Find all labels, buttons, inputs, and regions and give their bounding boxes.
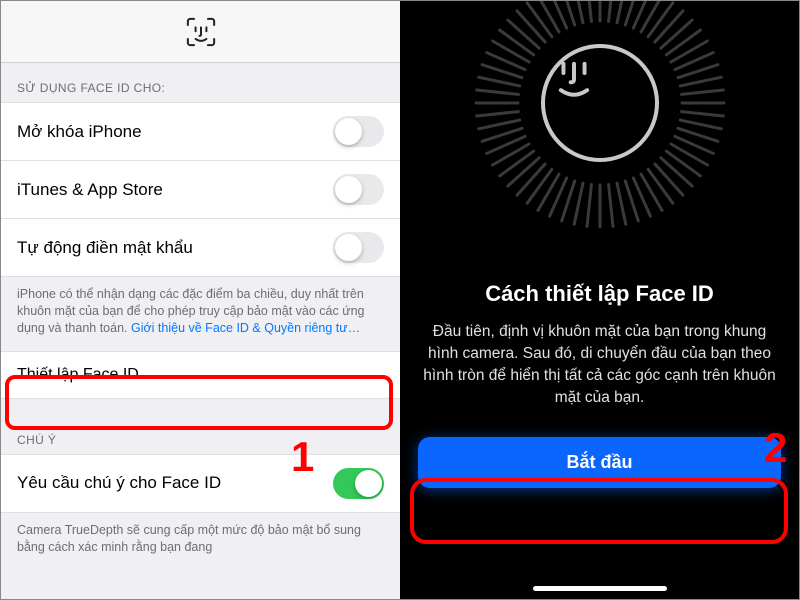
setup-faceid-label: Thiết lập Face ID: [17, 366, 139, 383]
settings-pane: SỬ DỤNG FACE ID CHO: Mở khóa iPhone iTun…: [1, 1, 400, 599]
setup-title: Cách thiết lập Face ID: [485, 281, 714, 307]
section-header-use-faceid: SỬ DỤNG FACE ID CHO:: [1, 63, 400, 102]
row-label: Yêu cầu chú ý cho Face ID: [17, 473, 221, 493]
face-outline-icon: [541, 44, 659, 162]
row-require-attention[interactable]: Yêu cầu chú ý cho Face ID: [1, 454, 400, 513]
row-label: iTunes & App Store: [17, 180, 163, 200]
header: [1, 1, 400, 63]
row-label: Tự động điền mật khẩu: [17, 238, 193, 258]
faceid-scan-ring: [470, 1, 730, 233]
setup-body-text: Đầu tiên, định vị khuôn mặt của bạn tron…: [422, 321, 777, 409]
toggle-unlock-iphone[interactable]: [333, 116, 384, 147]
home-indicator[interactable]: [533, 586, 667, 591]
toggle-autofill-password[interactable]: [333, 232, 384, 263]
faceid-privacy-link[interactable]: Giới thiệu về Face ID & Quyền riêng tư…: [131, 321, 360, 335]
faceid-icon: [184, 15, 218, 49]
row-unlock-iphone[interactable]: Mở khóa iPhone: [1, 102, 400, 160]
row-itunes-appstore[interactable]: iTunes & App Store: [1, 160, 400, 218]
section-header-attention: CHÚ Ý: [1, 399, 400, 454]
footer-about-faceid: iPhone có thể nhận dạng các đặc điểm ba …: [1, 277, 400, 351]
faceid-setup-pane: Cách thiết lập Face ID Đầu tiên, định vị…: [400, 1, 799, 599]
row-setup-faceid[interactable]: Thiết lập Face ID: [1, 351, 400, 399]
toggle-itunes-appstore[interactable]: [333, 174, 384, 205]
row-autofill-password[interactable]: Tự động điền mật khẩu: [1, 218, 400, 277]
start-button[interactable]: Bắt đầu: [418, 437, 781, 488]
footer-truedepth: Camera TrueDepth sẽ cung cấp một mức độ …: [1, 513, 400, 570]
row-label: Mở khóa iPhone: [17, 122, 142, 142]
start-button-label: Bắt đầu: [566, 452, 632, 472]
toggle-require-attention[interactable]: [333, 468, 384, 499]
